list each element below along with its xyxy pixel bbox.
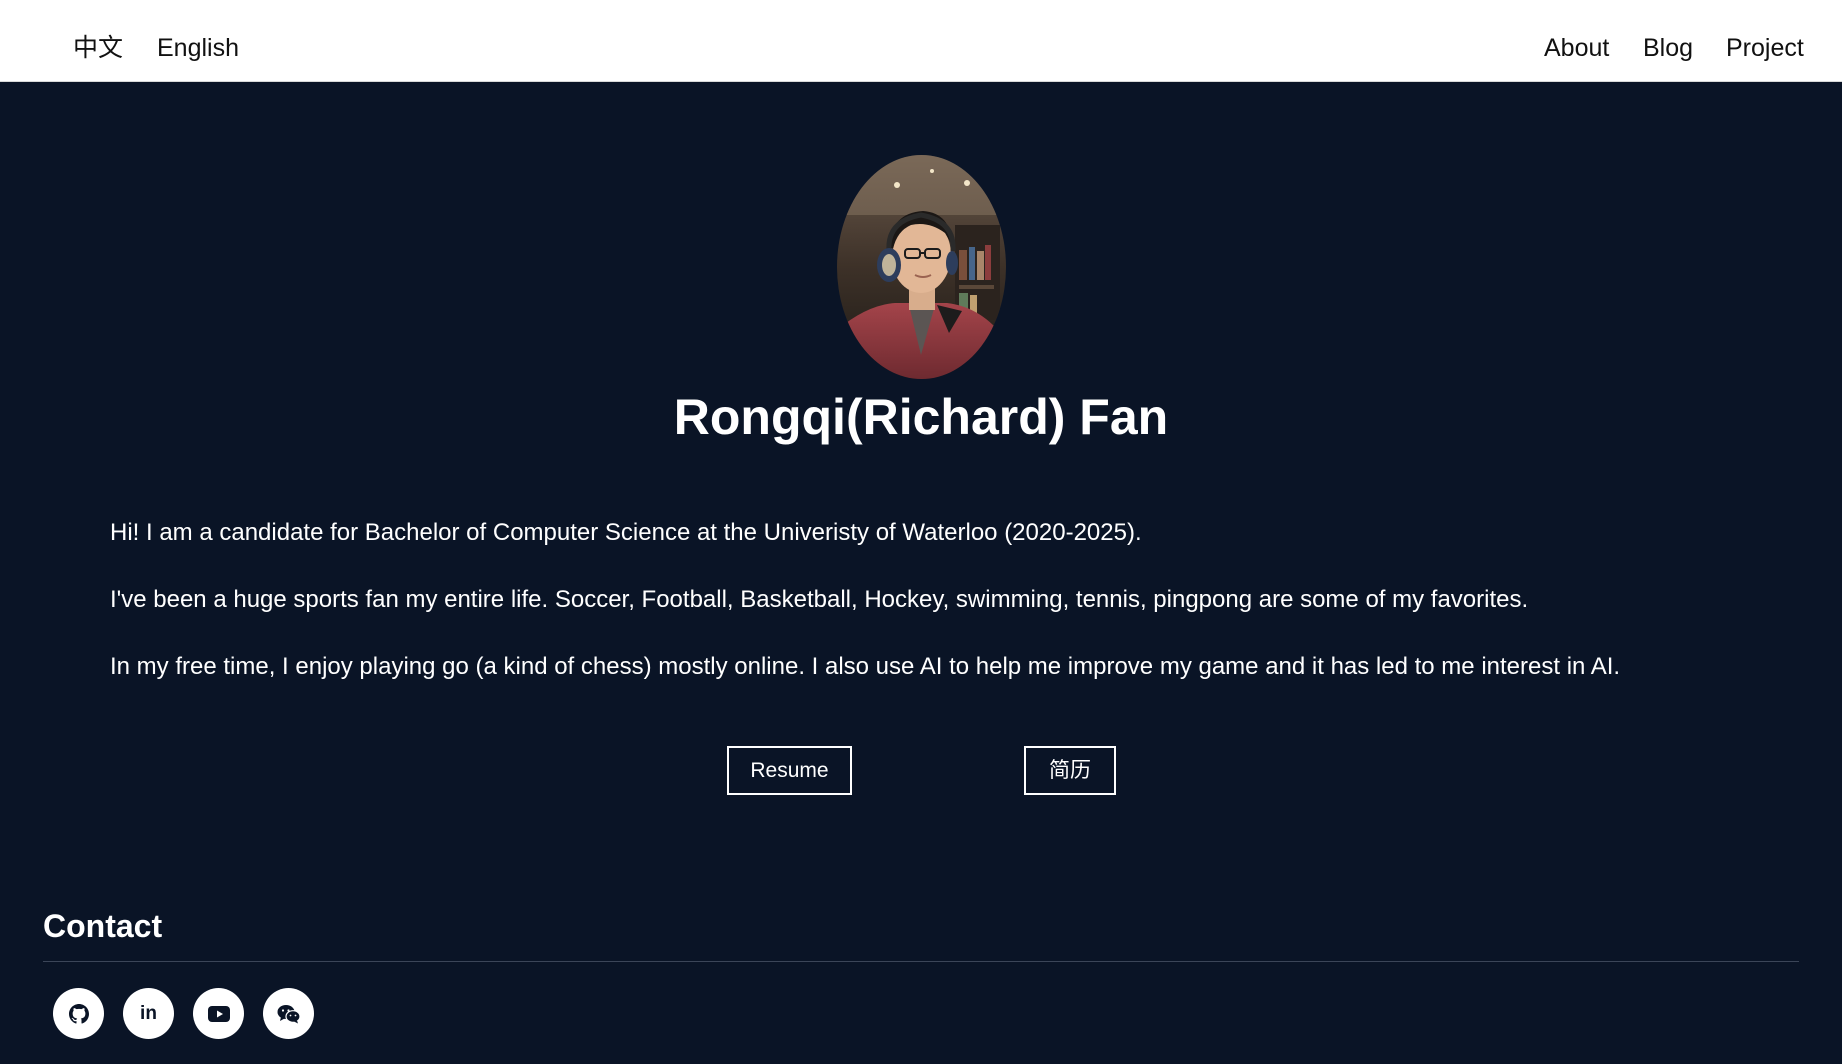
lang-switch-english[interactable]: English: [157, 0, 239, 82]
profile-avatar: [837, 155, 1006, 379]
profile-name: Rongqi(Richard) Fan: [673, 389, 1169, 445]
github-link[interactable]: [53, 988, 104, 1039]
nav-about-link[interactable]: About: [1544, 0, 1609, 82]
lang-switch-chinese[interactable]: 中文: [73, 0, 123, 82]
nav-blog-link[interactable]: Blog: [1643, 0, 1693, 82]
wechat-icon: [277, 1004, 301, 1023]
contact-divider: [43, 961, 1799, 962]
linkedin-icon: in: [140, 1002, 157, 1024]
nav-project-link[interactable]: Project: [1726, 0, 1804, 82]
resume-button[interactable]: Resume: [727, 746, 852, 795]
top-navbar: 中文 English About Blog Project: [0, 0, 1842, 82]
bio-paragraph-hobbies: In my free time, I enjoy playing go (a k…: [110, 653, 1621, 680]
wechat-link[interactable]: [263, 988, 314, 1039]
youtube-icon: [207, 1005, 230, 1022]
github-icon: [68, 1003, 89, 1024]
resume-chinese-button[interactable]: 简历: [1024, 746, 1116, 795]
youtube-link[interactable]: [193, 988, 244, 1039]
bio-paragraph-education: Hi! I am a candidate for Bachelor of Com…: [110, 519, 1142, 546]
linkedin-link[interactable]: in: [123, 988, 174, 1039]
bio-paragraph-sports: I've been a huge sports fan my entire li…: [110, 586, 1529, 613]
contact-heading: Contact: [43, 908, 163, 944]
